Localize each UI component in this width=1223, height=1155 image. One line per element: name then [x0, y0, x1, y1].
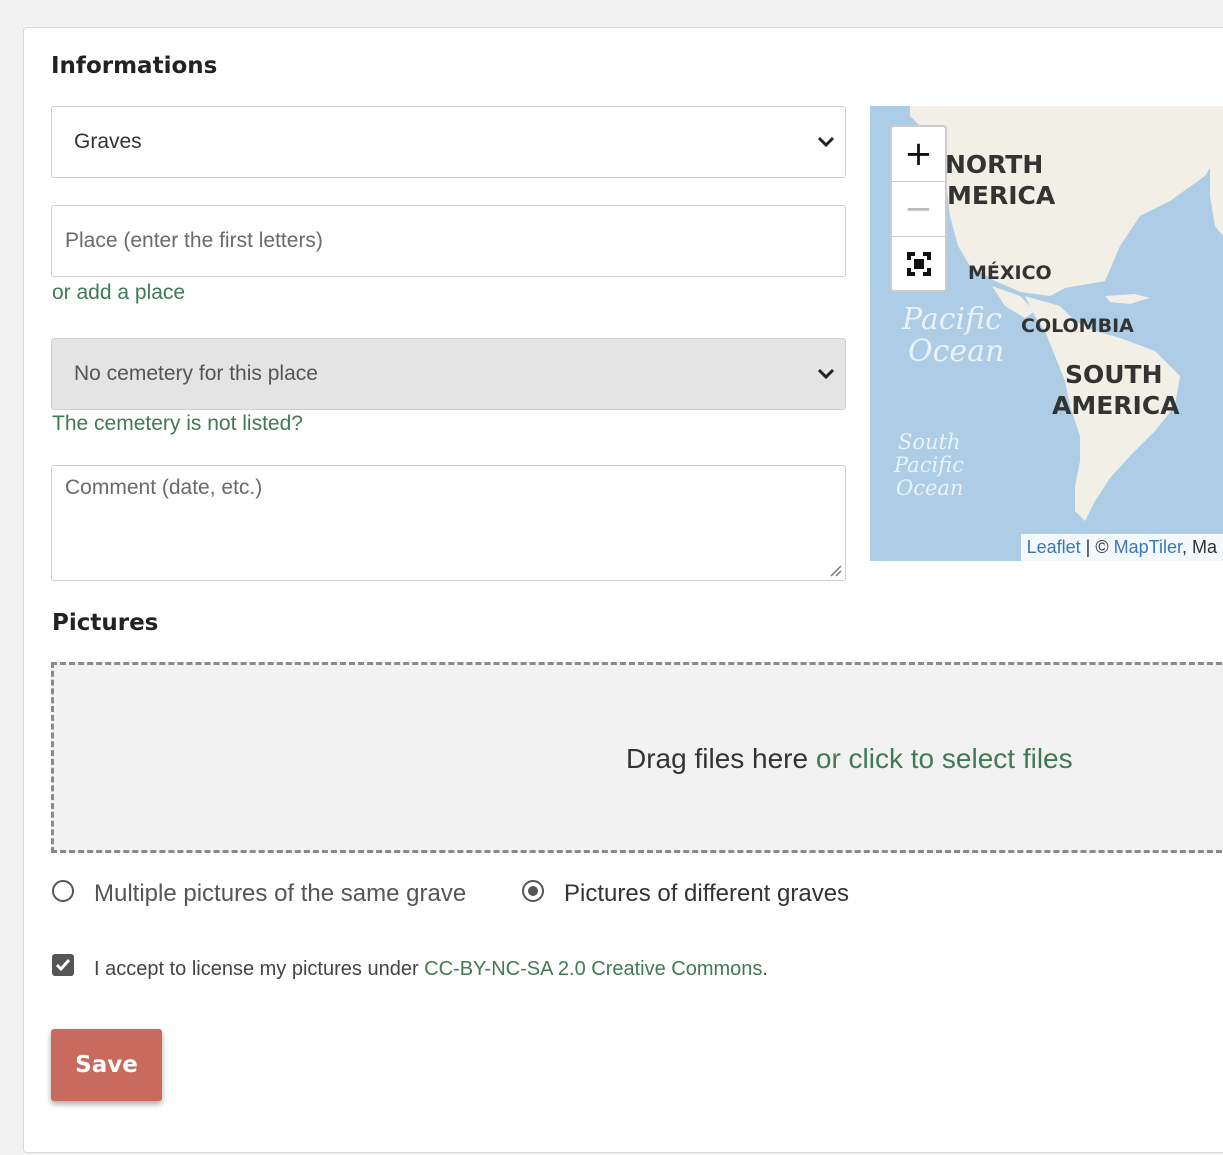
informations-title: Informations: [51, 53, 218, 79]
map-label-south-america-2: AMERICA: [1052, 391, 1180, 420]
place-input[interactable]: Place (enter the first letters): [51, 205, 846, 277]
map-label-pacific-2: Ocean: [908, 334, 1005, 369]
license-end: .: [762, 958, 768, 980]
attribution-separator: | ©: [1080, 537, 1114, 557]
dropzone-text: Drag files here or click to select files: [626, 743, 1073, 775]
pictures-title: Pictures: [52, 610, 159, 636]
drop-text: Drag files here: [626, 743, 816, 774]
map[interactable]: + − NORTH MERICA MÉXICO COLOMBIA SOUTH A…: [870, 106, 1223, 561]
zoom-out-button[interactable]: −: [892, 182, 945, 237]
map-zoom-control: + −: [890, 125, 947, 292]
license-checkbox[interactable]: [52, 954, 74, 976]
map-attribution: Leaflet | © MapTiler, Ma: [1020, 534, 1223, 561]
map-label-south-pacific-2: Pacific: [894, 453, 964, 477]
map-label-north-america-2: MERICA: [947, 181, 1056, 210]
license-link[interactable]: CC-BY-NC-SA 2.0 Creative Commons: [424, 958, 762, 980]
radio-different-graves[interactable]: [522, 880, 544, 902]
map-label-south-america-1: SOUTH: [1065, 360, 1163, 389]
radio-different-graves-label: Pictures of different graves: [564, 880, 850, 907]
license-text: I accept to license my pictures under: [94, 958, 425, 980]
maptiler-link[interactable]: MapTiler: [1114, 537, 1182, 557]
cemetery-select-value: No cemetery for this place: [74, 362, 318, 385]
type-select-value: Graves: [74, 130, 142, 153]
resize-handle-icon[interactable]: [828, 563, 842, 577]
leaflet-link[interactable]: Leaflet: [1027, 537, 1081, 557]
checkmark-icon: [55, 959, 71, 972]
select-files-link[interactable]: or click to select files: [816, 743, 1073, 774]
map-label-south-pacific-3: Ocean: [896, 476, 964, 500]
map-label-colombia: COLOMBIA: [1021, 315, 1134, 337]
radio-same-grave-label: Multiple pictures of the same grave: [94, 880, 467, 907]
radio-same-grave[interactable]: [52, 880, 74, 902]
place-input-placeholder: Place (enter the first letters): [65, 229, 323, 252]
fullscreen-button[interactable]: [892, 237, 945, 291]
license-label: I accept to license my pictures under CC…: [94, 958, 768, 981]
map-label-mexico: MÉXICO: [968, 262, 1052, 284]
map-label-south-pacific-1: South: [898, 430, 961, 454]
map-label-pacific-1: Pacific: [902, 302, 1002, 337]
chevron-down-icon: [817, 136, 835, 148]
fullscreen-icon: [906, 252, 931, 276]
cemetery-select[interactable]: No cemetery for this place: [51, 338, 846, 410]
zoom-in-button[interactable]: +: [892, 127, 945, 182]
save-button[interactable]: Save: [51, 1029, 162, 1101]
map-label-north-america-1: NORTH: [945, 150, 1044, 179]
type-select[interactable]: Graves: [51, 106, 846, 178]
cemetery-not-listed-link[interactable]: The cemetery is not listed?: [52, 412, 303, 436]
attribution-rest: , Ma: [1181, 537, 1217, 557]
comment-textarea[interactable]: Comment (date, etc.): [51, 465, 846, 581]
chevron-down-icon: [817, 368, 835, 380]
add-place-link[interactable]: or add a place: [52, 281, 185, 305]
comment-textarea-placeholder: Comment (date, etc.): [65, 476, 263, 499]
